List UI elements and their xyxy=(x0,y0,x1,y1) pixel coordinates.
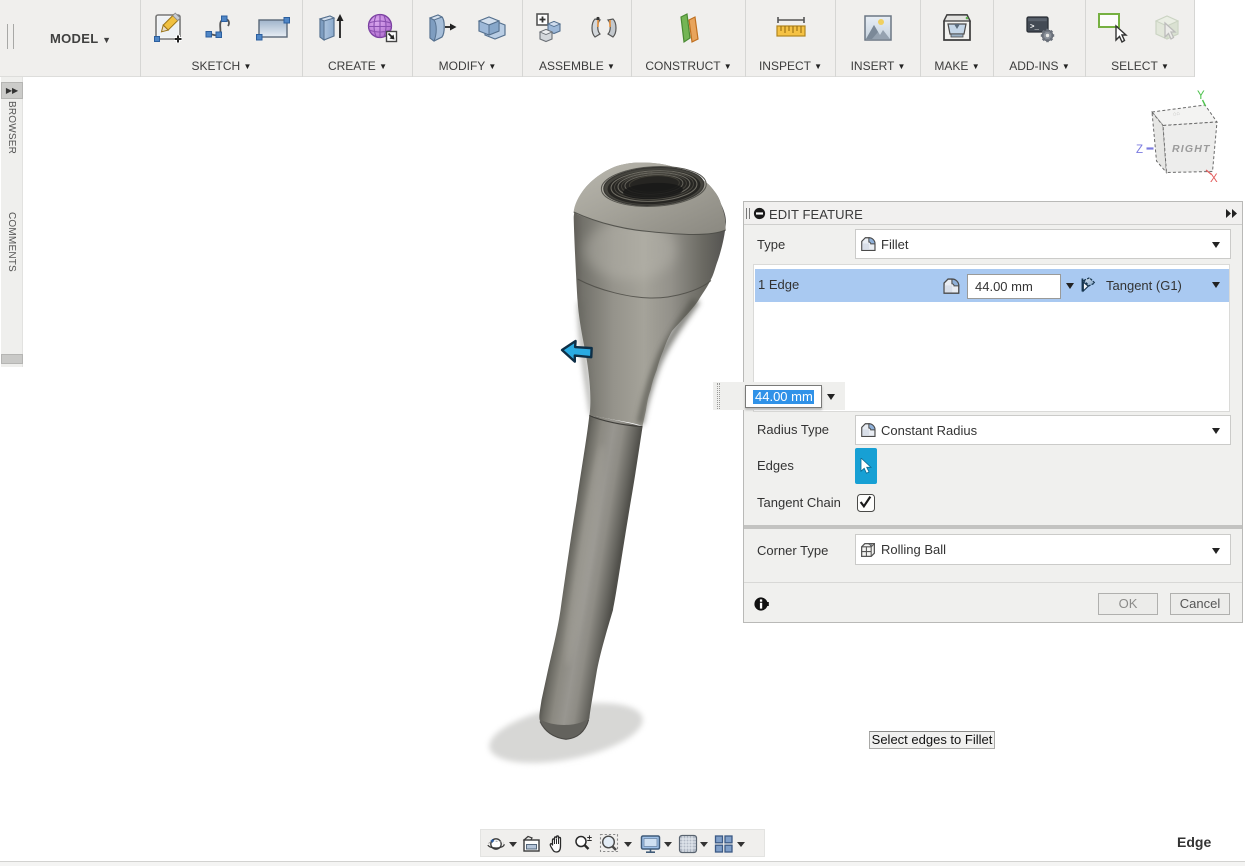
svg-text:⌂⌂: ⌂⌂ xyxy=(1173,111,1180,118)
svg-text:>_: >_ xyxy=(1030,24,1040,32)
svg-text:Z: Z xyxy=(1136,144,1143,156)
svg-text:Y: Y xyxy=(1197,90,1205,102)
svg-text:RIGHT: RIGHT xyxy=(1172,143,1211,155)
svg-text:±: ± xyxy=(587,834,592,843)
